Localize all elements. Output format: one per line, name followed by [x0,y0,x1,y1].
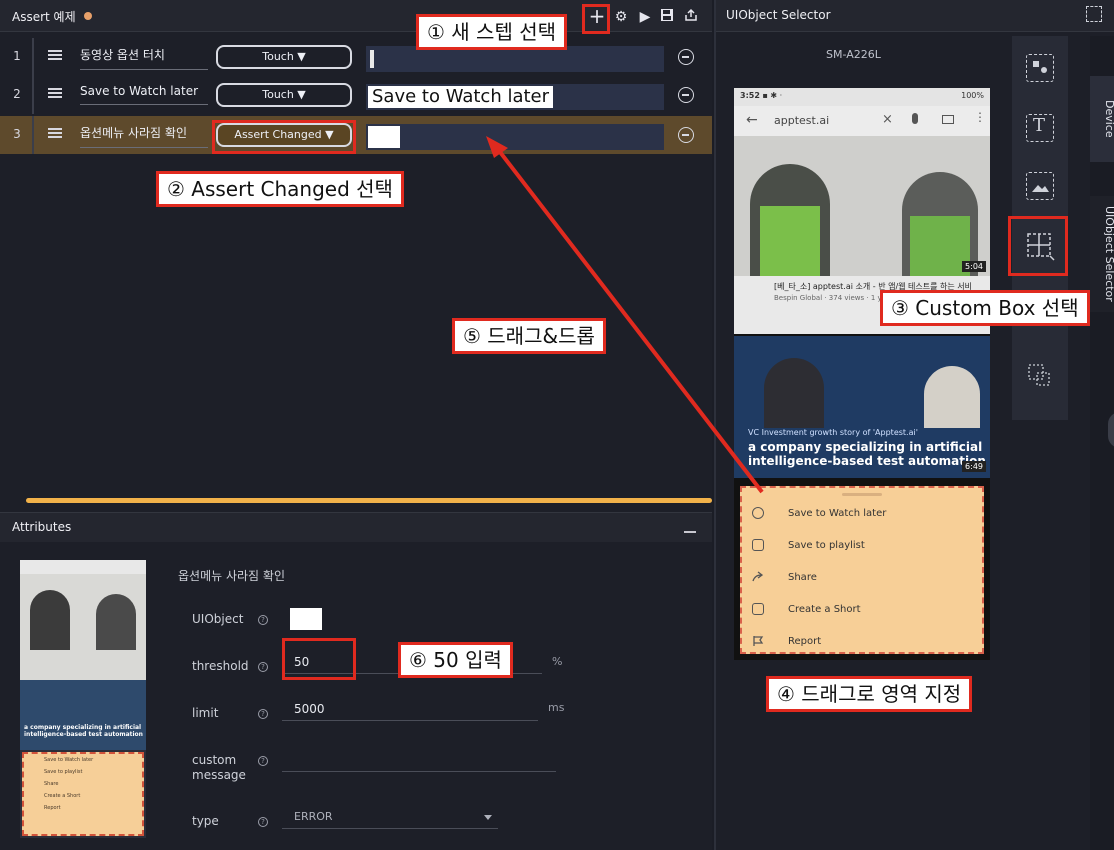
step-row-selected[interactable]: 3 옵션메뉴 사라짐 확인 Assert Changed ▼ [0,116,712,154]
limit-unit: ms [548,701,565,714]
highlight-add-step [582,4,610,34]
thumb-selection: Save to Watch later Save to playlist Sha… [22,752,144,836]
drag-handle-icon[interactable] [48,128,62,140]
phone-status-bar: 3:52 ▪ ✱ · 100% [734,88,990,106]
limit-input[interactable]: 5000 [282,697,538,721]
step-number: 2 [13,87,21,101]
object-select-icon[interactable] [1026,54,1054,82]
help-icon[interactable]: ? [258,615,268,625]
highlight-threshold [282,638,356,680]
step-name[interactable]: 동영상 옵션 터치 [80,46,208,70]
target-thumbnail [370,50,374,68]
back-arrow-icon: ← [746,112,758,128]
help-icon[interactable]: ? [258,709,268,719]
mic-icon [912,113,918,124]
step-divider [32,38,34,76]
device-name: SM-A226L [826,48,881,61]
limit-label: limit [192,706,219,720]
selector-header: UIObject Selector [716,0,1114,32]
export-icon[interactable] [682,8,700,26]
step-name[interactable]: Save to Watch later [80,84,208,105]
tab-uiobject-selector[interactable]: UIObject Selector [1090,196,1114,312]
threshold-label: threshold [192,659,249,673]
gear-icon[interactable]: ⚙ [612,8,630,26]
target-thumbnail [368,126,400,148]
target-text-thumbnail: Save to Watch later [368,86,554,108]
remove-step-icon[interactable] [678,87,694,103]
highlight-assert-changed [212,120,356,154]
step-divider [32,116,34,154]
highlight-custom-box [1008,216,1068,276]
annotation-3: ③ Custom Box 선택 [880,290,1090,326]
thumb-video [20,560,146,680]
attributes-title: Attributes [12,520,72,534]
annotation-2: ② Assert Changed 선택 [156,171,404,207]
type-select[interactable]: ERROR [282,805,498,829]
step-target[interactable]: Save to Watch later [366,84,664,110]
remove-step-icon[interactable] [678,127,694,143]
uiobject-thumbnail[interactable] [290,608,322,630]
help-icon[interactable]: ? [258,817,268,827]
step-divider [32,76,34,114]
uiobject-selector-panel: UIObject Selector SM-A226L 3:52 ▪ ✱ · 10… [714,0,1114,850]
threshold-unit: % [552,655,563,668]
video-thumbnail-1: 5:04 [734,136,990,276]
help-icon[interactable]: ? [258,662,268,672]
attribute-step-name: 옵션메뉴 사라짐 확인 [178,569,285,583]
annotation-5: ⑤ 드래그&드롭 [452,318,606,354]
area-select-icon[interactable] [1026,362,1054,390]
custom-message-input[interactable] [282,748,556,772]
action-dropdown[interactable]: Touch ▼ [216,45,352,69]
text-select-icon[interactable]: T [1026,114,1054,142]
annotation-6: ⑥ 50 입력 [398,642,513,678]
scenario-editor-panel: Assert 예제 + ⚙ ▶ 1 동영상 옵션 터치 Touch ▼ 2 Sa… [0,0,712,850]
editor-title: Assert 예제 [12,10,76,24]
thumb-video-2: a company specializing in artificial int… [20,680,146,750]
play-icon[interactable]: ▶ [636,8,654,26]
tab-device[interactable]: Device [1090,76,1114,162]
collapse-icon[interactable] [684,531,696,533]
drag-handle-icon[interactable] [48,50,62,62]
video-thumbnail-2: VC Investment growth story of 'Apptest.a… [734,336,990,478]
action-dropdown[interactable]: Touch ▼ [216,83,352,107]
drag-handle-icon[interactable] [48,88,62,100]
annotation-4: ④ 드래그로 영역 지정 [766,676,973,712]
clear-icon: × [882,112,893,127]
more-icon: ⋮ [974,110,986,124]
step-row[interactable]: 2 Save to Watch later Touch ▼ Save to Wa… [0,76,712,114]
step-number: 3 [13,127,21,141]
step-number: 1 [13,49,21,63]
screen-thumbnail: a company specializing in artificial int… [20,560,146,838]
help-icon[interactable]: ? [258,756,268,766]
step-row[interactable]: 1 동영상 옵션 터치 Touch ▼ [0,38,712,76]
annotation-1: ① 새 스텝 선택 [416,14,568,50]
save-icon[interactable] [658,8,676,26]
step-name[interactable]: 옵션메뉴 사라짐 확인 [80,124,208,148]
drawn-selection-area[interactable]: Save to Watch later Save to playlist Sha… [740,486,984,654]
progress-bar [26,498,712,503]
screen-capture-icon[interactable] [1086,6,1102,22]
unsaved-indicator [84,12,92,20]
image-select-icon[interactable] [1026,172,1054,200]
remove-step-icon[interactable] [678,49,694,65]
attributes-header: Attributes [0,512,712,542]
custom-message-label: custom message [192,753,246,782]
type-label: type [192,814,219,828]
uiobject-label: UIObject [192,612,244,626]
chevron-down-icon[interactable] [484,815,492,820]
step-target[interactable] [366,124,664,150]
phone-search-bar: ← apptest.ai × ⋮ [734,106,990,136]
app-root: Assert 예제 + ⚙ ▶ 1 동영상 옵션 터치 Touch ▼ 2 Sa… [0,0,1114,850]
device-screen[interactable]: 3:52 ▪ ✱ · 100% ← apptest.ai × ⋮ 5:04 [베… [734,88,990,660]
cast-icon [942,115,954,124]
selector-title: UIObject Selector [726,8,831,22]
